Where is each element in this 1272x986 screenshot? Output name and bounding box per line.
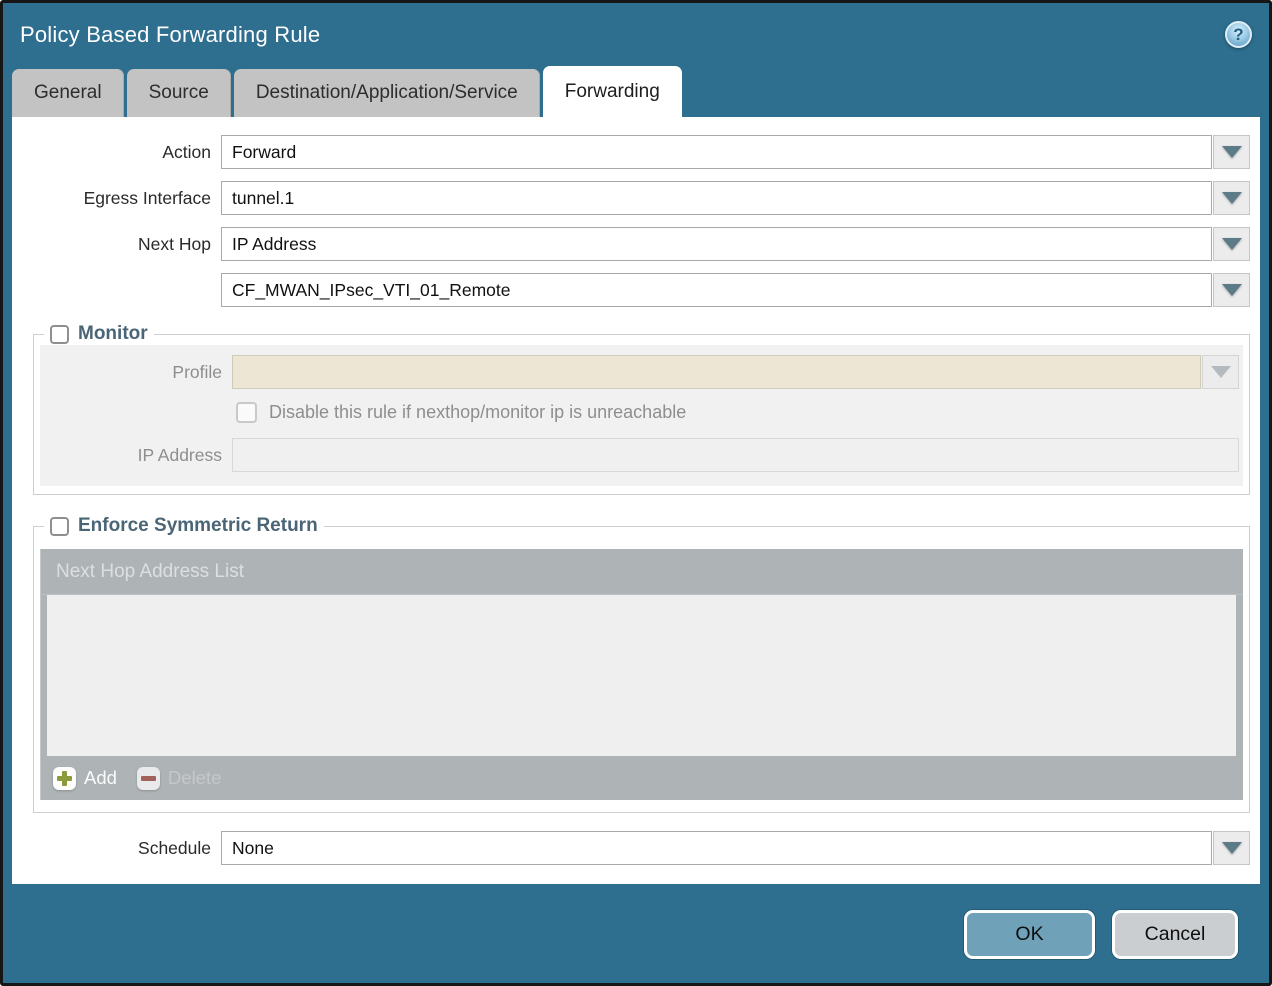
enforce-symmetric-return-title: Enforce Symmetric Return <box>78 515 318 537</box>
schedule-select[interactable]: None <box>221 831 1212 865</box>
tab-source[interactable]: Source <box>127 69 231 117</box>
action-dropdown-button[interactable] <box>1213 135 1250 169</box>
enforce-symmetric-return-checkbox[interactable] <box>50 517 69 536</box>
next-hop-address-list-toolbar: Add Delete <box>40 756 1243 800</box>
next-hop-label: Next Hop <box>12 234 221 255</box>
tab-general[interactable]: General <box>12 69 124 117</box>
chevron-down-icon <box>1211 366 1231 378</box>
monitor-checkbox[interactable] <box>50 325 69 344</box>
action-label: Action <box>12 142 221 163</box>
add-button[interactable]: Add <box>53 767 117 790</box>
schedule-row: Schedule None <box>12 831 1250 865</box>
enforce-symmetric-return-section: Enforce Symmetric Return Next Hop Addres… <box>33 515 1250 813</box>
egress-interface-dropdown-button[interactable] <box>1213 181 1250 215</box>
tab-bar: General Source Destination/Application/S… <box>3 66 1269 117</box>
add-button-label: Add <box>84 767 117 789</box>
monitor-ip-address-label: IP Address <box>40 445 232 466</box>
egress-interface-select[interactable]: tunnel.1 <box>221 181 1212 215</box>
next-hop-address-select[interactable]: CF_MWAN_IPsec_VTI_01_Remote <box>221 273 1212 307</box>
disable-rule-label: Disable this rule if nexthop/monitor ip … <box>269 402 686 423</box>
dialog-title: Policy Based Forwarding Rule <box>20 22 320 48</box>
minus-icon <box>137 767 160 790</box>
chevron-down-icon <box>1222 238 1242 250</box>
next-hop-type-select[interactable]: IP Address <box>221 227 1212 261</box>
disable-rule-checkbox <box>236 402 257 423</box>
next-hop-row: Next Hop IP Address <box>12 227 1250 261</box>
next-hop-type-dropdown-button[interactable] <box>1213 227 1250 261</box>
forwarding-tab-panel: Action Forward Egress Interface tunnel.1… <box>12 117 1260 884</box>
egress-interface-row: Egress Interface tunnel.1 <box>12 181 1250 215</box>
monitor-section: Monitor Profile Disable this rule if nex… <box>33 323 1250 495</box>
next-hop-address-dropdown-button[interactable] <box>1213 273 1250 307</box>
dialog-footer: OK Cancel <box>3 884 1269 983</box>
next-hop-address-list-header-label: Next Hop Address List <box>56 561 244 583</box>
chevron-down-icon <box>1222 146 1242 158</box>
enforce-symmetric-return-legend: Enforce Symmetric Return <box>44 515 324 537</box>
schedule-dropdown-button[interactable] <box>1213 831 1250 865</box>
schedule-label: Schedule <box>12 838 221 859</box>
delete-button-label: Delete <box>168 767 221 789</box>
next-hop-address-list-body[interactable] <box>47 595 1236 756</box>
chevron-down-icon <box>1222 192 1242 204</box>
help-icon[interactable]: ? <box>1225 21 1252 48</box>
profile-label: Profile <box>40 362 232 383</box>
next-hop-address-list-table: Next Hop Address List Add Delete <box>40 549 1243 800</box>
cancel-button[interactable]: Cancel <box>1112 910 1238 959</box>
monitor-body: Profile Disable this rule if nexthop/mon… <box>40 345 1243 486</box>
chevron-down-icon <box>1222 842 1242 854</box>
dialog-titlebar: Policy Based Forwarding Rule ? <box>3 3 1269 66</box>
ok-button[interactable]: OK <box>964 910 1095 959</box>
tab-forwarding[interactable]: Forwarding <box>543 66 682 117</box>
monitor-ip-address-row: IP Address <box>40 438 1239 472</box>
policy-based-forwarding-dialog: Policy Based Forwarding Rule ? General S… <box>0 0 1272 986</box>
monitor-ip-address-input <box>232 438 1239 472</box>
monitor-section-title: Monitor <box>78 323 148 345</box>
disable-rule-row: Disable this rule if nexthop/monitor ip … <box>236 402 1239 423</box>
next-hop-address-list-header: Next Hop Address List <box>40 549 1243 595</box>
profile-select <box>232 355 1201 389</box>
tab-destination-application-service[interactable]: Destination/Application/Service <box>234 69 540 117</box>
profile-row: Profile <box>40 355 1239 389</box>
profile-dropdown-button <box>1202 355 1239 389</box>
delete-button: Delete <box>137 767 221 790</box>
action-row: Action Forward <box>12 135 1250 169</box>
plus-icon <box>53 767 76 790</box>
action-select[interactable]: Forward <box>221 135 1212 169</box>
chevron-down-icon <box>1222 284 1242 296</box>
egress-interface-label: Egress Interface <box>12 188 221 209</box>
help-glyph: ? <box>1233 25 1243 45</box>
monitor-legend: Monitor <box>44 323 154 345</box>
next-hop-address-row: CF_MWAN_IPsec_VTI_01_Remote <box>12 273 1250 307</box>
